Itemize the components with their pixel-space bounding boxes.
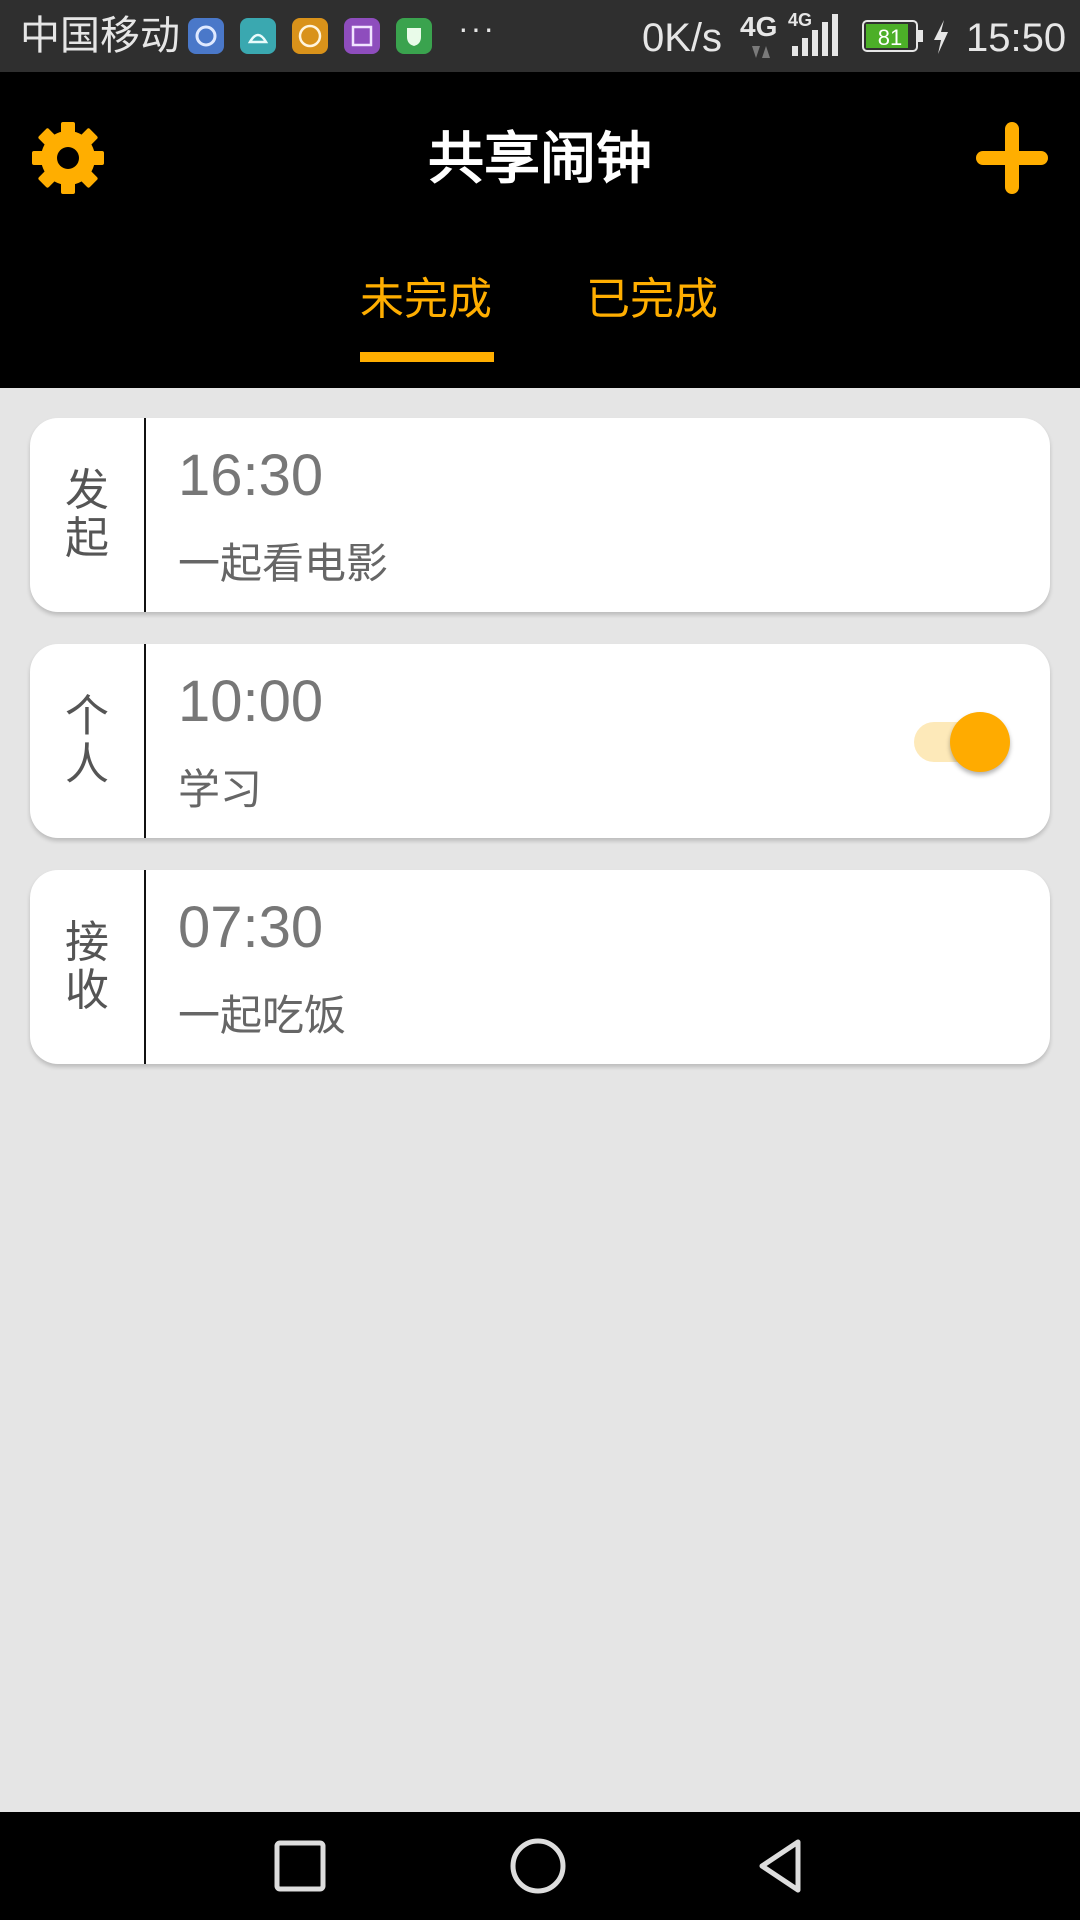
alarm-toggle[interactable] <box>914 708 1014 772</box>
tab-completed[interactable]: 已完成 <box>586 268 718 332</box>
weibo-icon <box>188 18 224 54</box>
home-button[interactable] <box>508 1836 568 1896</box>
alarm-type-label: 发起 <box>65 465 109 564</box>
plus-icon <box>976 122 1048 194</box>
card-divider <box>144 644 146 838</box>
alarm-type-label: 个人 <box>65 691 109 790</box>
app-header: 共享闹钟 未完成 已完成 <box>0 72 1080 388</box>
alarm-time: 10:00 <box>178 669 324 734</box>
alarm-time: 16:30 <box>178 443 324 508</box>
battery-level: 81 <box>878 25 902 50</box>
card-divider <box>144 418 146 612</box>
add-alarm-button[interactable] <box>974 120 1050 196</box>
tab-pending[interactable]: 未完成 <box>360 268 492 332</box>
status-bar: 中国移动 ··· 0K/s 4G 4G 81 15:50 <box>0 0 1080 72</box>
circle-icon <box>510 1838 566 1894</box>
toggle-knob <box>950 712 1010 772</box>
network-type-icon: 4G <box>738 8 782 64</box>
card-divider <box>144 870 146 1064</box>
alarm-card[interactable]: 发起 16:30 一起看电影 <box>30 418 1050 612</box>
notification-icons <box>188 18 432 56</box>
network-type-label: 4G <box>740 11 777 42</box>
back-button[interactable] <box>750 1836 810 1896</box>
page-title: 共享闹钟 <box>428 127 652 192</box>
alarm-list: 发起 16:30 一起看电影 个人 10:00 学习 接收 07:30 一起吃饭 <box>30 418 1050 1096</box>
alarm-title: 学习 <box>178 765 263 814</box>
hand-icon <box>292 18 328 54</box>
alarm-time: 07:30 <box>178 895 324 960</box>
tab-indicator <box>360 352 494 362</box>
back-triangle-icon <box>759 1839 801 1893</box>
more-notifications-icon: ··· <box>458 10 496 46</box>
carrier-name: 中国移动 <box>20 14 180 58</box>
alarm-type: 接收 <box>30 870 144 1064</box>
status-time: 15:50 <box>966 16 1067 60</box>
square-icon <box>274 1840 326 1892</box>
network-speed: 0K/s <box>642 16 723 60</box>
recent-apps-button[interactable] <box>270 1836 330 1896</box>
alarm-type: 发起 <box>30 418 144 612</box>
charging-icon <box>930 18 952 56</box>
alarm-card[interactable]: 个人 10:00 学习 <box>30 644 1050 838</box>
shield-icon <box>396 18 432 54</box>
battery-icon: 81 <box>862 20 924 52</box>
alarm-type: 个人 <box>30 644 144 838</box>
system-nav-bar <box>0 1812 1080 1920</box>
signal-type-label: 4G <box>788 10 812 30</box>
alarm-title: 一起看电影 <box>178 539 389 588</box>
alarm-card[interactable]: 接收 07:30 一起吃饭 <box>30 870 1050 1064</box>
signal-strength-icon: 4G <box>788 8 844 58</box>
gallery-icon <box>344 18 380 54</box>
tab-bar: 未完成 已完成 <box>0 268 1080 388</box>
alarm-type-label: 接收 <box>65 917 109 1016</box>
android-icon <box>240 18 276 54</box>
alarm-title: 一起吃饭 <box>178 991 347 1040</box>
